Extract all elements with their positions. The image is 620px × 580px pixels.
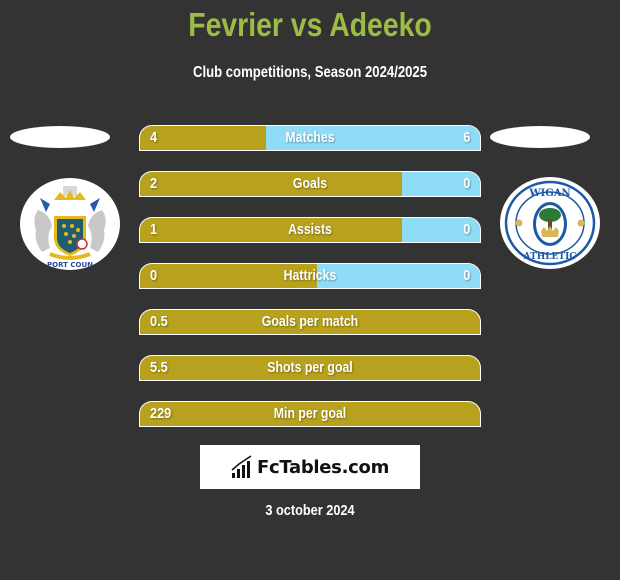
stat-row-min-per-goal: 229 Min per goal (139, 401, 481, 427)
stat-label: Shots per goal (267, 359, 353, 376)
brand-name: FcTables.com (256, 456, 390, 478)
stat-label: Matches (285, 129, 335, 146)
fctables-brand[interactable]: FcTables.com (200, 445, 420, 489)
stat-label: Hattricks (283, 267, 337, 284)
left-value: 229 (150, 405, 172, 422)
left-value: 1 (150, 221, 158, 238)
bar-chart-trend-icon (231, 455, 252, 478)
left-value: 0 (150, 267, 158, 284)
competition-subtitle: Club competitions, Season 2024/2025 (192, 64, 428, 81)
stat-row-hattricks: 0 Hattricks 0 (139, 263, 481, 289)
page-title: Fevrier vs Adeeko (188, 6, 432, 43)
left-value: 4 (150, 129, 158, 146)
right-value: 0 (462, 175, 470, 192)
stat-label: Min per goal (273, 405, 347, 422)
logo-text-bottom: ATHLETIC (523, 252, 577, 262)
left-value: 5.5 (150, 359, 168, 376)
stat-label: Assists (288, 221, 332, 238)
left-value: 0.5 (150, 313, 168, 330)
left-player-placeholder (10, 126, 110, 148)
stat-label: Goals (292, 175, 328, 192)
svg-text:PORT COUN: PORT COUN (47, 261, 93, 269)
left-value: 2 (150, 175, 158, 192)
right-value: 0 (462, 267, 470, 284)
stat-label: Goals per match (261, 313, 359, 330)
logo-text-top: WIGAN (528, 188, 570, 199)
right-player-placeholder (490, 126, 590, 148)
wigan-athletic-crest-icon[interactable]: WIGAN ATHLETIC (500, 177, 600, 269)
right-team-logo: WIGAN ATHLETIC (504, 180, 596, 266)
stat-row-goals-per-match: 0.5 Goals per match (139, 309, 481, 335)
stat-row-shots-per-goal: 5.5 Shots per goal (139, 355, 481, 381)
stat-row-assists: 1 Assists 0 (139, 217, 481, 243)
stockport-county-crest-icon[interactable]: PORT COUN (20, 178, 120, 270)
match-date: 3 october 2024 (265, 502, 355, 519)
stat-row-goals: 2 Goals 0 (139, 171, 481, 197)
right-value: 0 (462, 221, 470, 238)
stat-row-matches: 4 Matches 6 (139, 125, 481, 151)
left-team-logo: PORT COUN (34, 186, 106, 269)
right-value: 6 (462, 129, 470, 146)
